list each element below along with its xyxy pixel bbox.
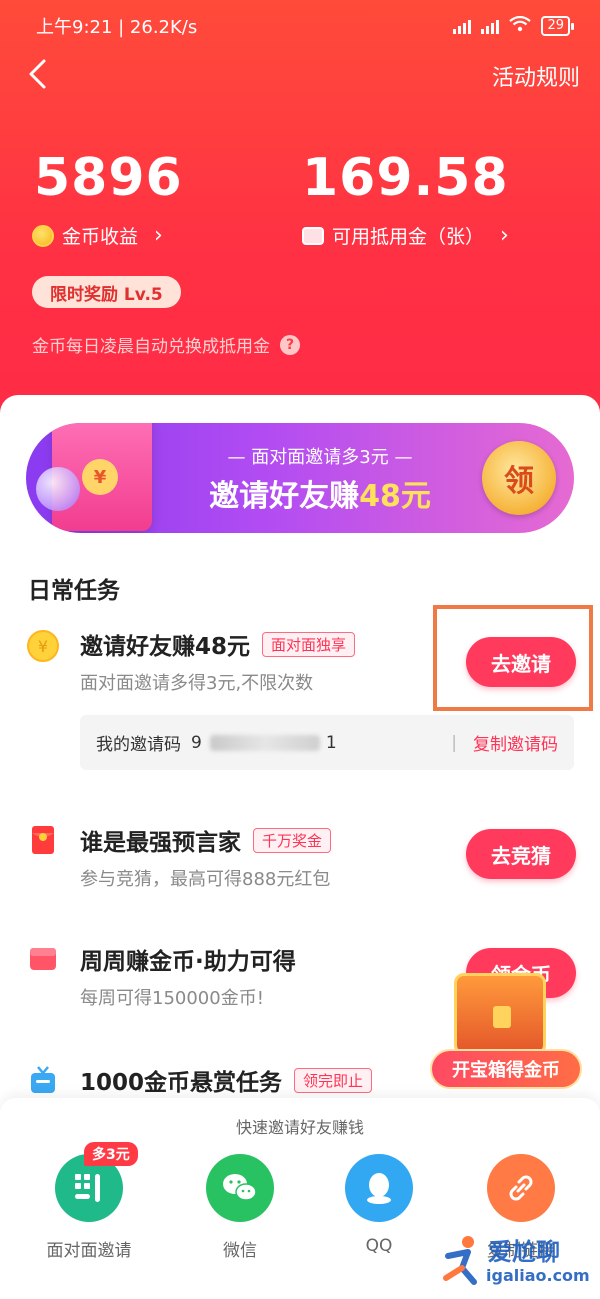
coin-icon: ¥ <box>26 629 60 663</box>
task-title-text: 1000金币悬赏任务 <box>80 1070 283 1096</box>
banner-title-amount: 48元 <box>359 479 431 514</box>
coins-label: 金币收益 <box>62 226 139 248</box>
task-title: 周周赚金币·助力可得 <box>80 942 296 976</box>
link-icon <box>487 1154 555 1222</box>
help-icon[interactable]: ? <box>280 334 300 355</box>
status-time: 上午9:21 | 26.2K/s <box>36 17 198 38</box>
gift-tv-icon <box>26 1063 60 1097</box>
share-qq[interactable]: QQ <box>324 1154 434 1256</box>
invite-code-box: 我的邀请码 9 1 | 复制邀请码 <box>80 715 574 770</box>
bonus-badge: 多3元 <box>84 1142 138 1166</box>
go-guess-button[interactable]: 去竞猜 <box>466 829 576 879</box>
share-panel-title: 快速邀请好友赚钱 <box>235 1118 364 1137</box>
section-title-daily-tasks: 日常任务 <box>28 578 120 604</box>
voucher-icon <box>302 226 324 245</box>
signal-icon <box>481 18 500 34</box>
task-title: 1000金币悬赏任务 领完即止 <box>80 1063 373 1097</box>
invite-code-label: 我的邀请码 <box>96 735 181 755</box>
share-label: QQ <box>365 1236 393 1256</box>
share-wechat[interactable]: 微信 <box>185 1154 295 1261</box>
banner-title-prefix: 邀请好友赚 <box>209 479 360 514</box>
chevron-right-icon: › <box>500 223 509 248</box>
runner-logo-icon <box>443 1236 477 1285</box>
level-badge: 限时奖励 Lv.5 <box>32 276 181 308</box>
task-tag: 领完即止 <box>294 1067 373 1093</box>
highlight-annotation-box <box>433 605 593 711</box>
task-title: 邀请好友赚48元 面对面独享 <box>80 627 356 661</box>
qq-icon <box>345 1154 413 1222</box>
voucher-value: 169.58 <box>302 148 509 208</box>
signal-icon <box>453 18 472 34</box>
invite-code-suffix: 1 <box>325 732 337 753</box>
wechat-icon <box>206 1154 274 1222</box>
battery-icon: 29 <box>541 16 574 36</box>
share-label: 面对面邀请 <box>46 1241 132 1261</box>
task-description: 参与竞猜，最高可得888元红包 <box>80 869 331 890</box>
claim-button[interactable]: 领 <box>482 441 556 515</box>
red-envelope-icon <box>26 823 60 857</box>
activity-rules-link[interactable]: 活动规则 <box>492 60 580 92</box>
svg-text:¥: ¥ <box>38 637 48 656</box>
watermark-en: igaliao.com <box>486 1266 590 1285</box>
coins-value: 5896 <box>34 148 183 208</box>
divider: | <box>451 732 457 753</box>
task-title-text: 周周赚金币·助力可得 <box>80 949 296 975</box>
coin-icon <box>32 224 54 247</box>
voucher-label: 可用抵用金（张） <box>332 226 485 248</box>
hero-header: 上午9:21 | 26.2K/s 29 活动规则 5896 金币收益 › 169… <box>0 0 600 430</box>
wifi-icon <box>509 15 532 37</box>
invite-banner[interactable]: ¥ — 面对面邀请多3元 — 邀请好友赚48元 领 <box>26 423 574 533</box>
task-description: 每周可得150000金币! <box>80 988 264 1009</box>
exchange-note: 金币每日凌晨自动兑换成抵用金 ? <box>32 332 300 357</box>
site-watermark-logo: 爱尬聊 igaliao.com <box>438 1232 596 1294</box>
task-tag: 千万奖金 <box>253 827 332 853</box>
task-title-text: 谁是最强预言家 <box>80 830 241 856</box>
red-envelope-icon <box>26 942 60 976</box>
treasure-chest-icon <box>454 973 546 1055</box>
watermark-cn: 爱尬聊 <box>488 1238 560 1266</box>
open-treasure-label: 开宝箱得金币 <box>430 1049 582 1089</box>
coins-link[interactable]: 金币收益 › <box>32 222 163 249</box>
invite-code-redacted <box>209 734 320 751</box>
copy-invite-code-link[interactable]: 复制邀请码 <box>473 730 558 755</box>
share-label: 微信 <box>223 1241 257 1261</box>
invite-code-prefix: 9 <box>191 732 202 753</box>
back-arrow-icon[interactable] <box>22 56 52 92</box>
task-tag: 面对面独享 <box>262 631 356 657</box>
status-icons: 29 <box>453 15 574 37</box>
treasure-chest-widget[interactable]: 开宝箱得金币 <box>430 967 582 1097</box>
status-bar: 上午9:21 | 26.2K/s 29 <box>36 12 574 40</box>
task-description: 面对面邀请多得3元,不限次数 <box>80 673 314 694</box>
voucher-link[interactable]: 可用抵用金（张） › <box>302 222 509 249</box>
task-title-text: 邀请好友赚48元 <box>80 634 251 660</box>
chevron-right-icon: › <box>154 223 163 248</box>
share-face-to-face[interactable]: 面对面邀请 <box>34 1154 144 1261</box>
task-title: 谁是最强预言家 千万奖金 <box>80 823 332 857</box>
exchange-note-text: 金币每日凌晨自动兑换成抵用金 <box>32 337 270 357</box>
